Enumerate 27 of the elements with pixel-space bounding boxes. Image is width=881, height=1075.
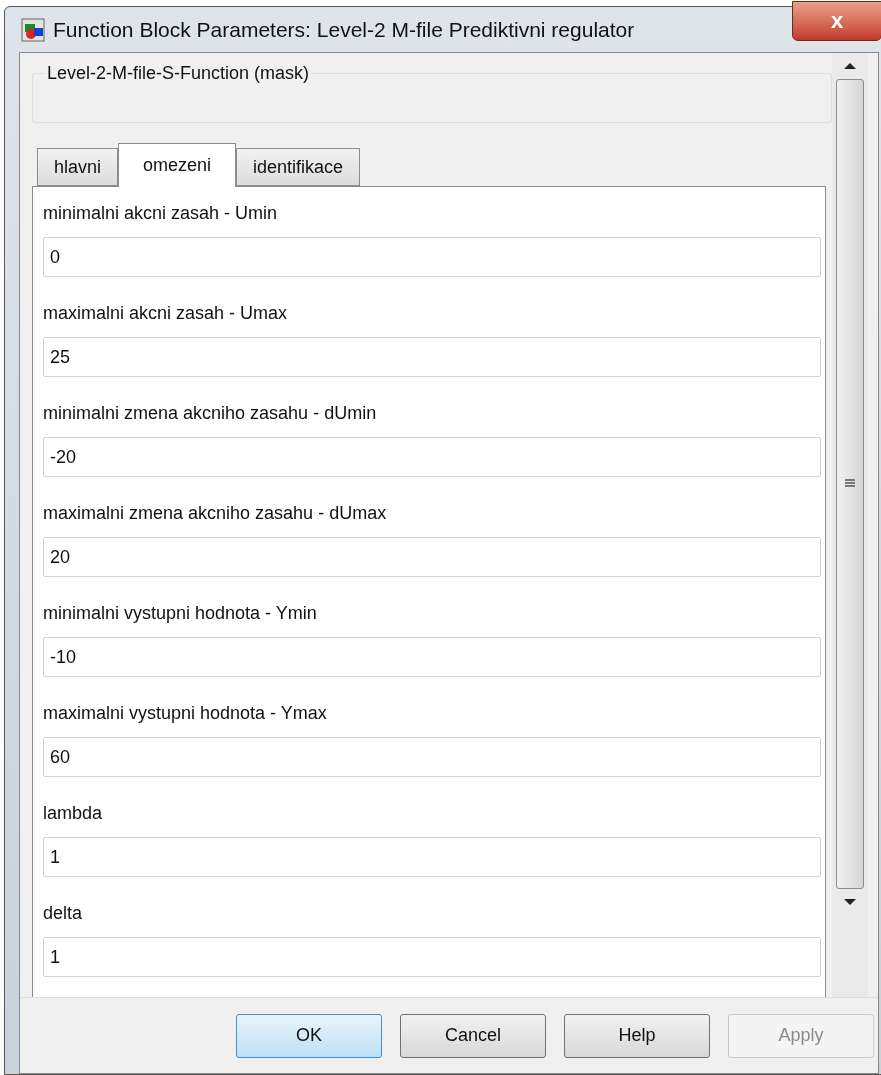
dialog-button[interactable]: Help (564, 1013, 710, 1058)
parameter-field[interactable]: 0 (43, 237, 821, 277)
parameter-label: maximalni vystupni hodnota - Ymax (43, 702, 328, 725)
scroll-up-icon[interactable] (844, 63, 856, 69)
parameter-label: delta (43, 902, 84, 925)
window-title: Function Block Parameters: Level-2 M-file Prediktivni regulator (53, 16, 635, 43)
parameter-label: minimalni vystupni hodnota - Ymin (43, 602, 318, 625)
parameter-field[interactable]: -10 (43, 637, 821, 677)
parameter-field[interactable]: 1 (43, 837, 821, 877)
parameter-field[interactable]: 1 (43, 937, 821, 977)
parameter-field[interactable]: -20 (43, 437, 821, 477)
parameter-field[interactable]: 20 (43, 537, 821, 577)
tab[interactable]: omezeni (118, 143, 237, 187)
parameter-label: maximalni akcni zasah - Umax (43, 302, 289, 325)
grip-icon (844, 479, 856, 489)
parameter-label: minimalni zmena akcniho zasahu - dUmin (43, 402, 378, 425)
parameter-label: maximalni zmena akcniho zasahu - dUmax (43, 502, 388, 525)
tab[interactable]: identifikace (236, 148, 361, 186)
tab[interactable]: hlavni (37, 148, 119, 186)
parameter-field[interactable]: 60 (43, 737, 821, 777)
parameter-field[interactable]: 25 (43, 337, 821, 377)
dialog-button[interactable]: OK (236, 1013, 382, 1058)
block-diagram-icon (21, 17, 45, 42)
scroll-down-icon[interactable] (844, 899, 856, 905)
parameter-label: minimalni akcni zasah - Umin (43, 202, 279, 225)
parameter-label: lambda (43, 802, 104, 825)
dialog-button[interactable]: Cancel (400, 1013, 546, 1058)
